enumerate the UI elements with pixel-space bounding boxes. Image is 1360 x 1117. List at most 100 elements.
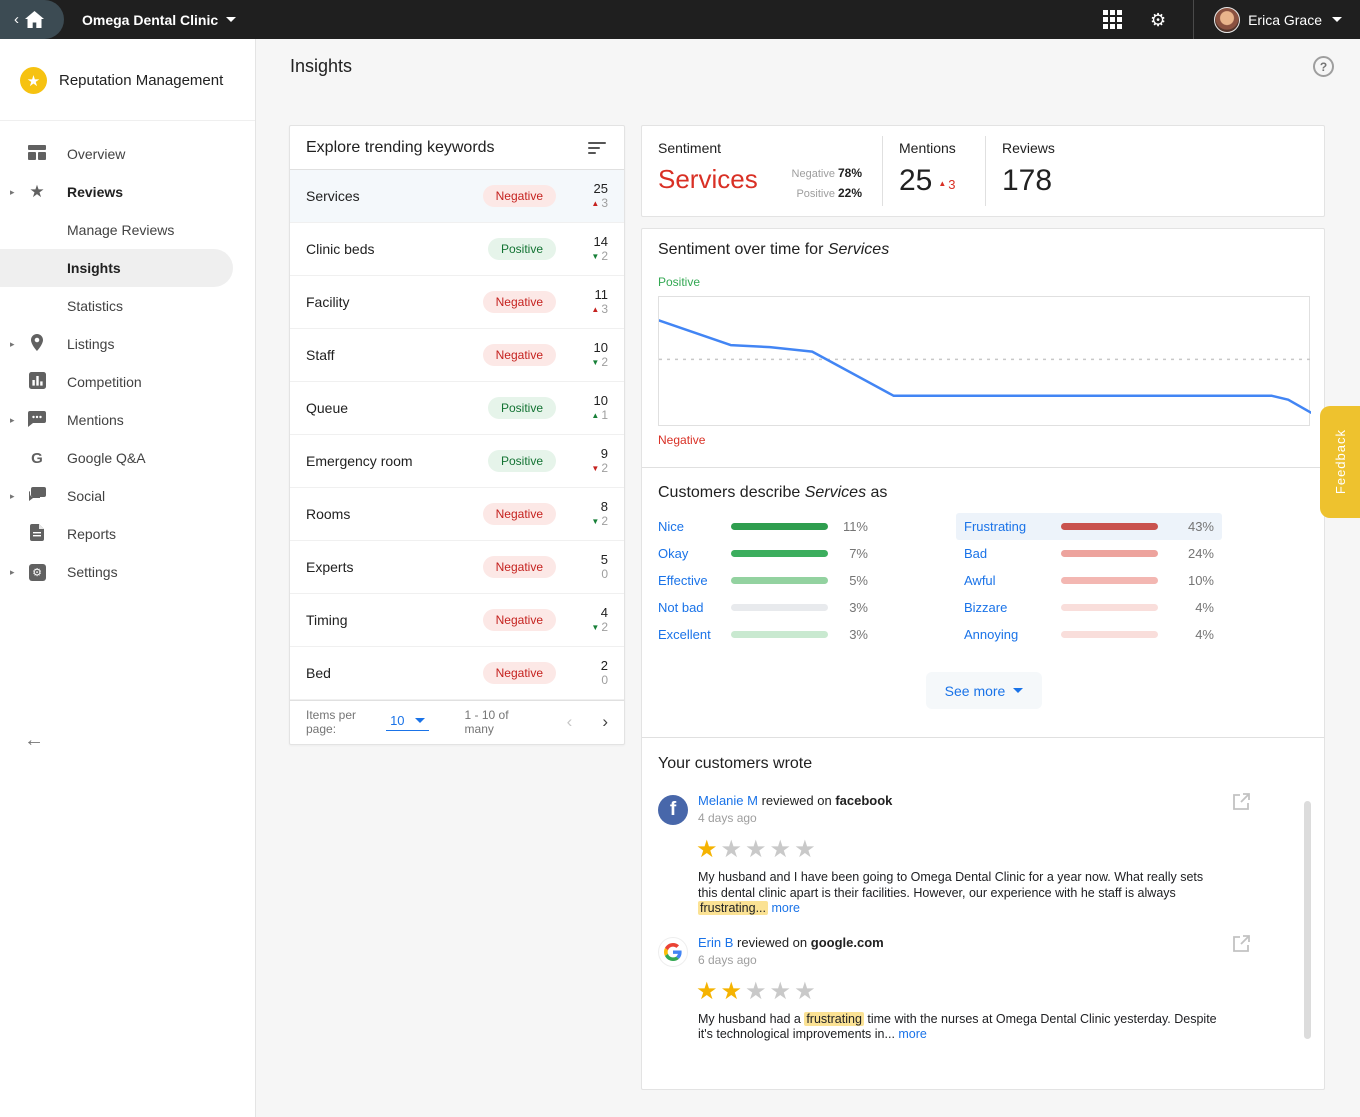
dashboard-icon xyxy=(27,145,47,163)
help-icon[interactable]: ? xyxy=(1313,56,1334,77)
star-empty-icon: ★ xyxy=(770,978,795,1005)
describe-word-link[interactable]: Nice xyxy=(658,519,731,534)
expand-arrow-icon[interactable]: ▸ xyxy=(10,567,15,578)
pagination-range: 1 - 10 of many xyxy=(465,708,533,736)
more-link[interactable]: more xyxy=(771,901,799,915)
items-per-page-select[interactable]: 10 xyxy=(386,713,428,731)
reviewer-name-link[interactable]: Melanie M xyxy=(698,793,758,808)
expand-arrow-icon[interactable]: ▸ xyxy=(10,187,15,198)
mentions-stat: Mentions 25 ▲3 xyxy=(883,126,985,216)
open-review-button[interactable] xyxy=(1231,791,1252,817)
sidebar-item-mentions[interactable]: ▸ Mentions xyxy=(0,401,255,439)
star-logo-icon: ★ xyxy=(20,67,47,94)
reviewer-name-link[interactable]: Erin B xyxy=(698,935,733,950)
keyword-row[interactable]: ServicesNegative25▲3 xyxy=(290,170,624,223)
more-link[interactable]: more xyxy=(898,1027,926,1041)
describe-word-link[interactable]: Awful xyxy=(964,573,1061,588)
sidebar-item-manage-reviews[interactable]: Manage Reviews xyxy=(0,211,255,249)
sidebar-item-google-qa[interactable]: G Google Q&A xyxy=(0,439,255,477)
sidebar-item-social[interactable]: ▸ Social xyxy=(0,477,255,515)
keyword-row[interactable]: StaffNegative10▼2 xyxy=(290,329,624,382)
sentiment-badge: Negative xyxy=(483,185,556,207)
keyword-label: Experts xyxy=(306,559,483,575)
highlighted-keyword: frustrating xyxy=(804,1012,864,1026)
sidebar-item-label: Reports xyxy=(67,526,116,542)
describe-word-link[interactable]: Okay xyxy=(658,546,731,561)
see-more-button[interactable]: See more xyxy=(926,672,1042,709)
describe-word-pct: 11% xyxy=(843,519,868,534)
sidebar-item-overview[interactable]: Overview xyxy=(0,135,255,173)
google-avatar-icon xyxy=(658,937,688,967)
user-avatar[interactable] xyxy=(1214,7,1240,33)
apps-grid-button[interactable] xyxy=(1089,0,1135,39)
app-title: Reputation Management xyxy=(59,72,223,89)
describe-word-link[interactable]: Excellent xyxy=(658,627,731,642)
review-item: Erin B reviewed on google.com 6 days ago… xyxy=(658,935,1308,1043)
describe-word-link[interactable]: Annoying xyxy=(964,627,1061,642)
settings-gear-button[interactable]: ⚙ xyxy=(1135,0,1181,39)
sidebar-item-label: Competition xyxy=(67,374,142,390)
keyword-label: Emergency room xyxy=(306,453,488,469)
keyword-row[interactable]: BedNegative20 xyxy=(290,647,624,700)
chevron-down-icon xyxy=(1013,688,1023,693)
open-review-button[interactable] xyxy=(1231,933,1252,959)
review-text: My husband and I have been going to Omeg… xyxy=(698,870,1220,917)
sidebar-item-reviews[interactable]: ▸ ★ Reviews xyxy=(0,173,255,211)
expand-arrow-icon[interactable]: ▸ xyxy=(10,491,15,502)
feedback-tab[interactable]: Feedback xyxy=(1320,406,1360,518)
sidebar-item-listings[interactable]: ▸ Listings xyxy=(0,325,255,363)
describe-word-link[interactable]: Not bad xyxy=(658,600,731,615)
keyword-row[interactable]: RoomsNegative8▼2 xyxy=(290,488,624,541)
sidebar-item-statistics[interactable]: Statistics xyxy=(0,287,255,325)
describe-word-link[interactable]: Bizzare xyxy=(964,600,1061,615)
scrollbar-thumb[interactable] xyxy=(1304,801,1311,1039)
describe-word-link[interactable]: Bad xyxy=(964,546,1061,561)
star-rating: ★★★★★ xyxy=(696,977,1308,1006)
keyword-row[interactable]: Clinic bedsPositive14▼2 xyxy=(290,223,624,276)
reviews-section-title: Your customers wrote xyxy=(658,755,1308,773)
back-chevron-icon[interactable]: ‹ xyxy=(14,12,19,27)
describe-word-pct: 3% xyxy=(849,627,868,642)
keyword-row[interactable]: TimingNegative4▼2 xyxy=(290,594,624,647)
account-switcher[interactable]: Omega Dental Clinic xyxy=(82,12,236,28)
describe-word-row: Okay7% xyxy=(658,540,868,567)
describe-word-link[interactable]: Effective xyxy=(658,573,731,588)
home-button[interactable]: ‹ xyxy=(0,0,64,39)
external-link-icon xyxy=(1231,791,1252,812)
external-link-icon xyxy=(1231,933,1252,954)
keywords-panel-header: Explore trending keywords xyxy=(290,126,624,170)
keyword-label: Clinic beds xyxy=(306,241,488,257)
collapse-sidebar-arrow-icon[interactable]: ← xyxy=(24,729,44,752)
keyword-row[interactable]: QueuePositive10▲1 xyxy=(290,382,624,435)
sidebar-item-insights[interactable]: Insights xyxy=(0,249,233,287)
user-menu-chevron-icon[interactable] xyxy=(1332,17,1342,22)
app-logo-row: ★ Reputation Management xyxy=(0,39,255,121)
describe-word-pct: 3% xyxy=(849,600,868,615)
sort-icon[interactable] xyxy=(586,138,608,158)
keyword-row[interactable]: Emergency roomPositive9▼2 xyxy=(290,435,624,488)
keyword-row[interactable]: FacilityNegative11▲3 xyxy=(290,276,624,329)
next-page-button[interactable]: › xyxy=(602,712,608,732)
describe-word-link[interactable]: Frustrating xyxy=(964,519,1061,534)
items-per-page-value: 10 xyxy=(390,713,404,728)
prev-page-button[interactable]: ‹ xyxy=(567,712,573,732)
keyword-row[interactable]: ExpertsNegative50 xyxy=(290,541,624,594)
keyword-label: Timing xyxy=(306,612,483,628)
trend-arrow-icon: ▼ xyxy=(591,358,599,367)
expand-arrow-icon[interactable]: ▸ xyxy=(10,415,15,426)
expand-arrow-icon[interactable]: ▸ xyxy=(10,339,15,350)
sidebar-item-reports[interactable]: Reports xyxy=(0,515,255,553)
star-empty-icon: ★ xyxy=(794,978,819,1005)
highlighted-keyword: frustrating... xyxy=(698,901,768,915)
sentiment-badge: Negative xyxy=(483,609,556,631)
sidebar-item-settings[interactable]: ▸ ⚙ Settings xyxy=(0,553,255,591)
keywords-panel-title: Explore trending keywords xyxy=(306,139,495,157)
sidebar-item-competition[interactable]: Competition xyxy=(0,363,255,401)
sidebar: ★ Reputation Management Overview ▸ ★ Rev… xyxy=(0,39,256,1117)
describe-word-bar xyxy=(731,550,828,557)
mentions-value: 25 xyxy=(899,164,932,197)
star-empty-icon: ★ xyxy=(794,836,819,863)
describe-words-positive: Nice11%Okay7%Effective5%Not bad3%Excelle… xyxy=(658,513,868,648)
keyword-count: 9▼2 xyxy=(574,447,608,476)
sidebar-item-label: Statistics xyxy=(67,298,123,314)
